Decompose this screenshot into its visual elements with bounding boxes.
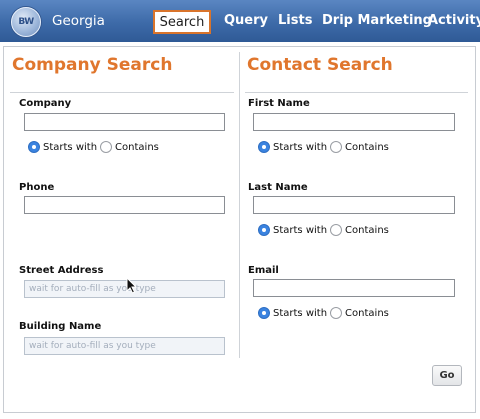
company-contains-radio[interactable] [100,141,113,153]
logo-icon[interactable]: BW [11,7,41,37]
company-input[interactable] [24,113,225,131]
building-name-input[interactable] [24,337,225,355]
phone-label: Phone [19,182,55,193]
nav-tab-query[interactable]: Query [224,13,268,28]
email-match-options: Starts with Contains [258,307,392,319]
last-name-match-options: Starts with Contains [258,224,392,236]
last-name-starts-with-label: Starts with [273,224,328,236]
nav-tab-lists[interactable]: Lists [278,13,312,28]
nav-tab-activity[interactable]: Activity M [428,13,480,28]
go-button[interactable]: Go [432,365,462,386]
top-nav-bar: BW Georgia Search Query Lists Drip Marke… [0,0,480,42]
email-input[interactable] [253,279,455,297]
last-name-starts-with-radio[interactable] [258,224,270,236]
nav-tab-search[interactable]: Search [153,10,211,34]
mouse-cursor-icon [126,277,138,294]
phone-input[interactable] [24,196,225,214]
street-address-label: Street Address [19,265,104,276]
company-contains-label: Contains [115,141,159,153]
last-name-contains-label: Contains [345,224,389,236]
last-name-label: Last Name [248,182,308,193]
last-name-contains-radio[interactable] [330,224,343,236]
email-starts-with-label: Starts with [273,307,328,319]
contact-search-title: Contact Search [247,55,393,75]
first-name-starts-with-label: Starts with [273,141,328,153]
first-name-match-options: Starts with Contains [258,141,392,153]
company-match-options: Starts with Contains [28,141,162,153]
first-name-contains-radio[interactable] [330,141,343,153]
nav-brand[interactable]: Georgia [52,13,105,29]
company-search-title: Company Search [12,55,173,75]
company-label: Company [19,98,72,109]
company-starts-with-label: Starts with [43,141,98,153]
nav-tab-drip-marketing[interactable]: Drip Marketing [322,13,432,28]
email-starts-with-radio[interactable] [258,307,270,319]
company-starts-with-radio[interactable] [28,141,40,153]
logo-text: BW [18,17,34,27]
email-contains-label: Contains [345,307,389,319]
last-name-input[interactable] [253,196,455,214]
company-title-rule [10,92,234,93]
first-name-starts-with-radio[interactable] [258,141,270,153]
building-name-label: Building Name [19,321,102,332]
first-name-input[interactable] [253,113,455,131]
column-divider [239,52,240,358]
email-contains-radio[interactable] [330,307,343,319]
email-label: Email [248,265,279,276]
first-name-contains-label: Contains [345,141,389,153]
street-address-input[interactable] [24,280,225,298]
contact-title-rule [245,92,468,93]
first-name-label: First Name [248,98,310,109]
